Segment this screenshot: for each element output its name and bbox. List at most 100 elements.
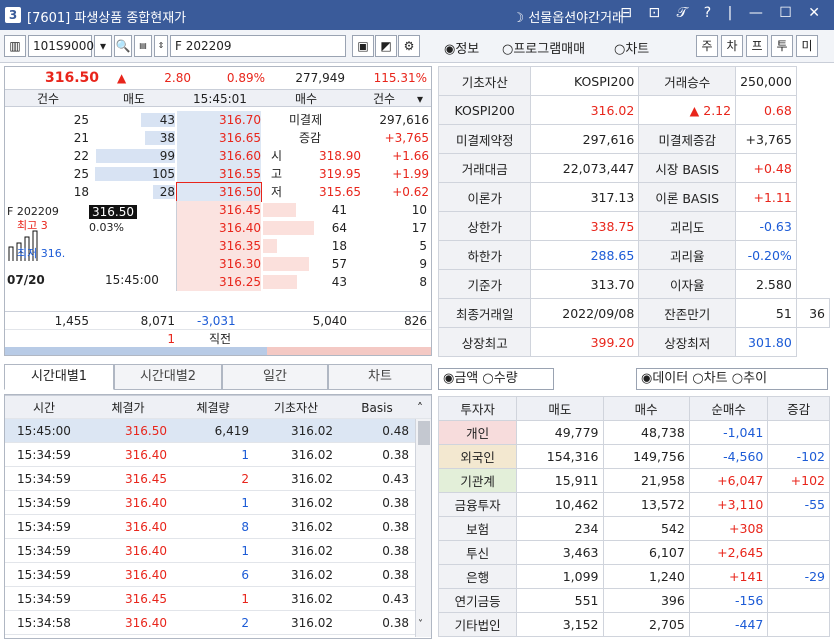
search-icon[interactable]: 🔍: [114, 35, 132, 57]
total-ask-count: 1,455: [54, 314, 89, 328]
tick-row[interactable]: 15:34:59 316.40 1 316.02 0.38: [5, 539, 415, 563]
scrollbar[interactable]: ˅: [415, 419, 431, 637]
investor-buy: 149,756: [602, 444, 690, 469]
ask-qty: 28: [159, 185, 175, 199]
code-input[interactable]: 101S9000: [28, 35, 94, 57]
radio-chart[interactable]: ○차트: [614, 38, 649, 57]
ask-qty: 43: [159, 113, 175, 127]
window-controls[interactable]: ⊟ ⊡ 𝒯 ? | — ☐ ✕: [620, 5, 826, 21]
ask-count: 22: [73, 149, 89, 163]
header-bid-count: 건수: [372, 92, 396, 106]
investor-sell: 3,463: [516, 540, 604, 565]
investor-net: +2,645: [688, 540, 769, 565]
investor-net: -156: [688, 588, 769, 613]
orderbook-panel: 316.50 ▲ 2.80 0.89% 277,949 115.31% 건수 매…: [4, 66, 432, 356]
tick-price: 316.45: [125, 592, 167, 606]
tick-row[interactable]: 15:34:59 316.40 8 316.02 0.38: [5, 515, 415, 539]
ohl-label: 시: [271, 149, 283, 163]
investor-col-header: 순매수: [688, 396, 769, 421]
ohl-value: 318.90: [319, 149, 361, 163]
tick-basis: 0.38: [382, 496, 409, 510]
tick-row[interactable]: 15:34:58 316.40 2 316.02 0.38: [5, 611, 415, 635]
investor-sell: 234: [516, 516, 604, 541]
tick-row[interactable]: 15:45:00 316.50 6,419 316.02 0.48: [5, 419, 415, 443]
investor-table: 투자자 매도 매수 순매수 증감 개인 49,779 48,738 -1,041 외국인 154,3…: [437, 396, 830, 639]
info-value: +0.48: [735, 153, 797, 183]
radio-info[interactable]: ◉정보: [444, 38, 479, 57]
tab-daily[interactable]: 일간: [222, 364, 328, 390]
tab-time1[interactable]: 시간대별1: [4, 364, 114, 390]
investor-sell: 49,779: [516, 420, 604, 445]
tick-price: 316.40: [125, 520, 167, 534]
tab-open-interest[interactable]: 미: [796, 35, 818, 57]
amount-qty-toggle[interactable]: ◉금액 ○수량: [438, 368, 554, 390]
product-name-field[interactable]: F 202209: [170, 35, 346, 57]
tick-qty: 8: [241, 520, 249, 534]
gear-icon[interactable]: ⚙: [398, 35, 420, 57]
radio-program[interactable]: ○프로그램매매: [502, 38, 585, 57]
tick-price: 316.50: [125, 424, 167, 438]
menu-icon[interactable]: ▥: [4, 35, 26, 57]
tab-investor[interactable]: 투: [771, 35, 793, 57]
info-row: 하한가 288.65 괴리율 -0.20%: [437, 240, 830, 270]
ohl-value: 319.95: [319, 167, 361, 181]
info-value: 297,616: [530, 124, 640, 154]
info-label: 상장최고: [437, 327, 532, 357]
calendar-icon[interactable]: ▤: [134, 35, 152, 57]
investor-row[interactable]: 연기금등 551 396 -156: [437, 588, 830, 613]
tick-row[interactable]: 15:34:59 316.45 2 316.02 0.43: [5, 467, 415, 491]
investor-row[interactable]: 보험 234 542 +308: [437, 516, 830, 541]
totals-row: 1,455 8,071 -3,031 5,040 826: [5, 311, 431, 329]
bid-qty: 43: [331, 275, 347, 289]
tick-row[interactable]: 15:34:59 316.40 1 316.02 0.38: [5, 491, 415, 515]
investor-net: +6,047: [688, 468, 769, 493]
spin-icon[interactable]: ⇕: [154, 35, 168, 57]
bid-qty: 57: [331, 257, 347, 271]
bid-qty: 41: [331, 203, 347, 217]
chevron-down-icon[interactable]: ▾: [417, 90, 423, 108]
info-value: 0.68: [735, 95, 797, 125]
tick-row[interactable]: 15:34:59 316.40 6 316.02 0.38: [5, 563, 415, 587]
info-value: 338.75: [530, 211, 640, 241]
investor-row[interactable]: 은행 1,099 1,240 +141 -29: [437, 564, 830, 589]
investor-row[interactable]: 외국인 154,316 149,756 -4,560 -102: [437, 444, 830, 469]
tab-chart[interactable]: 차트: [328, 364, 432, 390]
layout-icon[interactable]: ▣: [352, 35, 374, 57]
investor-row[interactable]: 투신 3,463 6,107 +2,645: [437, 540, 830, 565]
info-row: 미결제약정 297,616 미결제증감 +3,765: [437, 124, 830, 154]
chevron-down-icon[interactable]: ˅: [418, 619, 423, 630]
window-icon[interactable]: ◩: [375, 35, 397, 57]
investor-row[interactable]: 기관계 15,911 21,958 +6,047 +102: [437, 468, 830, 493]
tab-program[interactable]: 프: [746, 35, 768, 57]
investor-sell: 10,462: [516, 492, 604, 517]
info-value: ▲ 2.12: [638, 95, 737, 125]
tab-time2[interactable]: 시간대별2: [114, 364, 222, 390]
info-label: 기초자산: [437, 66, 532, 96]
tick-qty: 2: [241, 472, 249, 486]
oi-value: 297,616: [379, 113, 429, 127]
tick-time: 15:34:59: [17, 592, 71, 606]
data-chart-toggle[interactable]: ◉데이터 ○차트 ○추이: [636, 368, 828, 390]
prev-row: 1 직전: [5, 329, 431, 347]
header-bid-qty: 매수: [294, 92, 318, 106]
night-trading-label[interactable]: ☽ 선물옵션야간거래: [513, 7, 624, 26]
tab-chart[interactable]: 차: [721, 35, 743, 57]
tick-row[interactable]: 15:34:59 316.40 1 316.02 0.38: [5, 443, 415, 467]
info-value: 316.02: [530, 95, 640, 125]
tick-basis: 0.43: [382, 592, 409, 606]
tick-row[interactable]: 15:34:59 316.45 1 316.02 0.43: [5, 587, 415, 611]
oi-change-value: +3,765: [384, 131, 429, 145]
investor-row[interactable]: 개인 49,779 48,738 -1,041: [437, 420, 830, 445]
investor-row[interactable]: 금융투자 10,462 13,572 +3,110 -55: [437, 492, 830, 517]
tab-stock[interactable]: 주: [696, 35, 718, 57]
tick-price: 316.40: [125, 616, 167, 630]
col-qty: 체결량: [196, 401, 230, 415]
title-bar: 3 [7601] 파생상품 종합현재가 ☽ 선물옵션야간거래 ⊟ ⊡ 𝒯 ? |…: [0, 0, 834, 30]
tick-time: 15:34:59: [17, 568, 71, 582]
chevron-down-icon[interactable]: ▾: [94, 35, 112, 57]
investor-row[interactable]: 기타법인 3,152 2,705 -447: [437, 612, 830, 637]
ohl-label: 고: [271, 167, 283, 181]
total-bid-count: 826: [404, 314, 427, 328]
mini-pct: 0.03%: [89, 221, 124, 234]
chevron-up-icon[interactable]: ˄: [417, 396, 423, 420]
